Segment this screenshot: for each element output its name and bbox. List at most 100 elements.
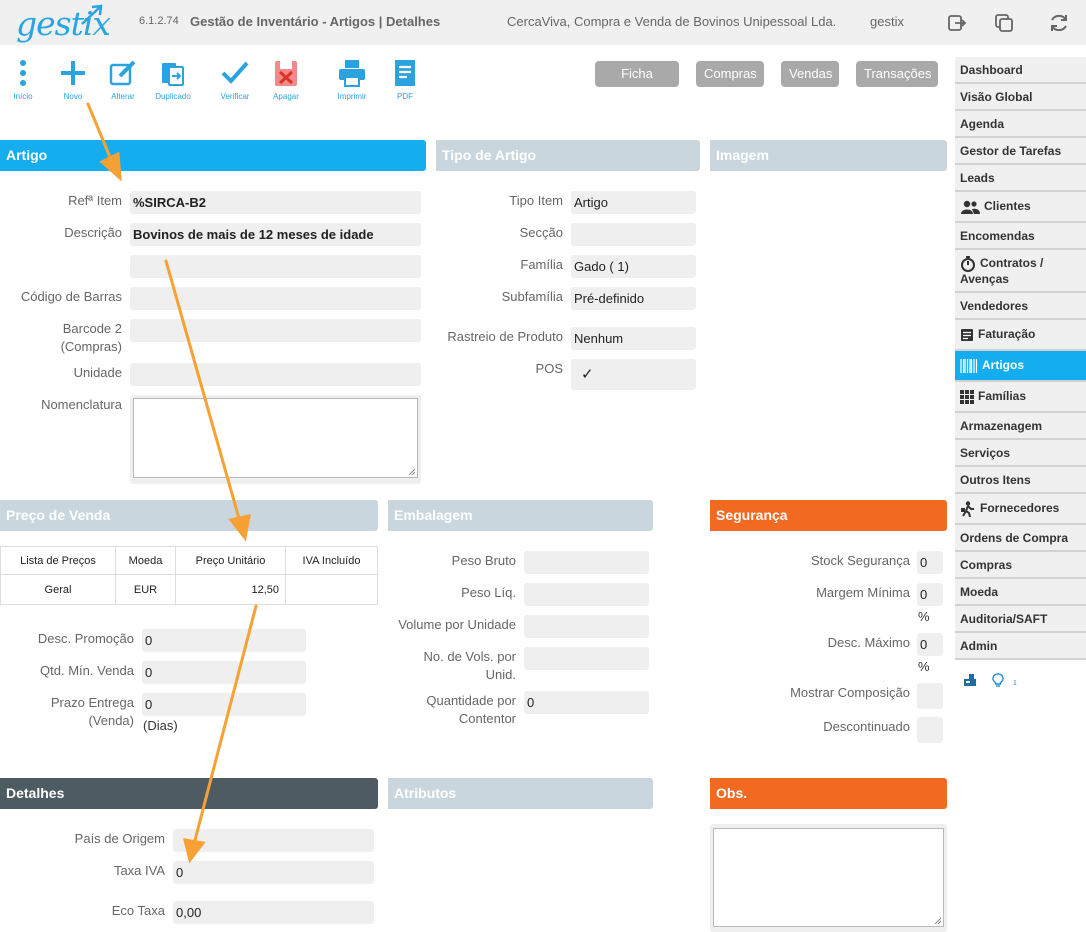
sidebar-item-gestor-tarefas[interactable]: Gestor de Tarefas: [955, 138, 1086, 165]
col-moeda[interactable]: Moeda: [115, 546, 176, 575]
sidebar-item-vendedores[interactable]: Vendedores: [955, 293, 1086, 320]
artigo-header: Artigo: [0, 140, 426, 171]
peso-bruto-label: Peso Bruto: [451, 553, 516, 568]
sidebar-item-outros-itens[interactable]: Outros Itens: [955, 467, 1086, 494]
desc-maximo-unit: %: [918, 659, 930, 674]
logout-icon[interactable]: [946, 12, 968, 34]
codigo-barras-label: Código de Barras: [20, 289, 122, 304]
vols-field[interactable]: [524, 647, 649, 670]
sidebar-item-label: Outros Itens: [960, 473, 1031, 487]
ref-field[interactable]: %SIRCA-B2: [130, 191, 421, 214]
sidebar-item-familias[interactable]: Famílias: [955, 382, 1086, 413]
pdf-button[interactable]: PDF: [382, 58, 428, 101]
sidebar-item-label: Compras: [960, 558, 1013, 572]
company-name: CercaViva, Compra e Venda de Bovinos Uni…: [507, 14, 837, 29]
table-row[interactable]: Geral EUR 12,50: [0, 574, 378, 605]
subfamilia-field[interactable]: Pré-definido: [571, 287, 696, 310]
resize-grip-icon[interactable]: [933, 916, 941, 924]
refresh-icon[interactable]: [1048, 12, 1070, 34]
sidebar-item-visao-global[interactable]: Visão Global: [955, 84, 1086, 111]
sidebar-item-leads[interactable]: Leads: [955, 165, 1086, 192]
barcode2-field[interactable]: [130, 319, 421, 342]
col-preco-unitario[interactable]: Preço Unitário: [175, 546, 286, 575]
user-name[interactable]: gestix: [870, 14, 904, 29]
novo-button[interactable]: Novo: [50, 58, 96, 101]
seccao-field[interactable]: [571, 223, 696, 246]
qtd-min-field[interactable]: 0: [142, 661, 306, 684]
desc-promocao-field[interactable]: 0: [142, 629, 306, 652]
lightbulb-icon[interactable]: [992, 673, 1004, 688]
apagar-button[interactable]: Apagar: [263, 58, 309, 101]
inicio-label: Início: [13, 92, 33, 101]
compras-button[interactable]: Compras: [696, 61, 764, 87]
barcode2-label: Barcode 2 (Compras): [60, 321, 122, 354]
duplicado-button[interactable]: Duplicado: [150, 58, 196, 101]
col-iva-incluido[interactable]: IVA Incluído: [285, 546, 378, 575]
stock-seguranca-field[interactable]: 0: [917, 551, 943, 574]
duplicate-icon: [162, 63, 184, 86]
resize-grip-icon[interactable]: [407, 467, 415, 475]
sidebar-item-label: Dashboard: [960, 63, 1023, 77]
desc-maximo-field[interactable]: 0: [917, 633, 943, 656]
sidebar-item-contratos[interactable]: Contratos / Avenças: [955, 250, 1086, 293]
sidebar-item-label: Clientes: [984, 199, 1031, 213]
inicio-button[interactable]: Início: [0, 58, 46, 101]
sidebar-item-label: Faturação: [978, 327, 1036, 341]
sidebar-item-agenda[interactable]: Agenda: [955, 111, 1086, 138]
peso-bruto-field[interactable]: [524, 551, 649, 574]
prazo-entrega-field[interactable]: 0: [142, 693, 306, 716]
vendas-button[interactable]: Vendas: [781, 61, 839, 87]
sidebar-item-dashboard[interactable]: Dashboard: [955, 57, 1086, 84]
taxa-iva-field[interactable]: 0: [173, 861, 374, 884]
apagar-label: Apagar: [273, 92, 299, 101]
rastreio-field[interactable]: Nenhum: [571, 327, 696, 350]
unidade-field[interactable]: [130, 363, 421, 386]
alterar-button[interactable]: Alterar: [100, 58, 146, 101]
mostrar-composicao-checkbox[interactable]: [917, 683, 943, 709]
novo-label: Novo: [63, 92, 83, 101]
eco-taxa-field[interactable]: 0,00: [173, 901, 374, 924]
imprimir-button[interactable]: Imprimir: [329, 58, 375, 101]
obs-textarea[interactable]: [713, 828, 944, 927]
sidebar-item-auditoria[interactable]: Auditoria/SAFT: [955, 606, 1086, 633]
verificar-button[interactable]: Verificar: [212, 58, 258, 101]
stopwatch-icon: [961, 256, 975, 272]
sidebar-item-label: Serviços: [960, 446, 1011, 460]
sidebar-item-label: Visão Global: [960, 90, 1033, 104]
taxa-iva-label: Taxa IVA: [113, 863, 165, 878]
sidebar-item-encomendas[interactable]: Encomendas: [955, 223, 1086, 250]
sidebar-item-compras[interactable]: Compras: [955, 552, 1086, 579]
sidebar-item-armazenagem[interactable]: Armazenagem: [955, 413, 1086, 440]
familia-field[interactable]: Gado ( 1): [571, 255, 696, 278]
nomenclatura-wrap: [130, 395, 421, 484]
sidebar-item-clientes[interactable]: Clientes: [955, 192, 1086, 223]
margem-minima-field[interactable]: 0: [917, 583, 943, 606]
codigo-barras-field[interactable]: [130, 287, 421, 310]
embalagem-header: Embalagem: [388, 500, 653, 531]
pos-terminal-icon[interactable]: [963, 673, 977, 687]
windows-icon[interactable]: [993, 12, 1015, 34]
sidebar-item-artigos[interactable]: Artigos: [955, 351, 1086, 382]
descontinuado-checkbox[interactable]: [917, 717, 943, 743]
descricao-field[interactable]: Bovinos de mais de 12 meses de idade: [130, 223, 421, 246]
nomenclatura-textarea[interactable]: [133, 398, 418, 478]
desc-promocao-label: Desc. Promoção: [37, 631, 134, 646]
col-lista-precos[interactable]: Lista de Preços: [0, 546, 116, 575]
descricao-extra-field[interactable]: [130, 255, 421, 278]
sidebar-item-servicos[interactable]: Serviços: [955, 440, 1086, 467]
volume-field[interactable]: [524, 615, 649, 638]
sidebar-item-moeda[interactable]: Moeda: [955, 579, 1086, 606]
sidebar-item-admin[interactable]: Admin: [955, 633, 1086, 660]
eco-taxa-label: Eco Taxa: [111, 903, 165, 918]
sidebar-item-faturacao[interactable]: Faturação: [955, 320, 1086, 351]
pos-checkbox[interactable]: ✓: [571, 359, 696, 390]
transacoes-button[interactable]: Transações: [856, 61, 938, 87]
sidebar-item-fornecedores[interactable]: Fornecedores: [955, 494, 1086, 525]
ficha-artigo-button[interactable]: Ficha Artigo: [595, 61, 679, 107]
tipo-item-field[interactable]: Artigo: [571, 191, 696, 214]
qtd-contentor-field[interactable]: 0: [524, 691, 649, 714]
sidebar-item-ordens-compra[interactable]: Ordens de Compra: [955, 525, 1086, 552]
pais-origem-field[interactable]: [173, 829, 374, 852]
edit-icon: [109, 60, 136, 86]
peso-liq-field[interactable]: [524, 583, 649, 606]
